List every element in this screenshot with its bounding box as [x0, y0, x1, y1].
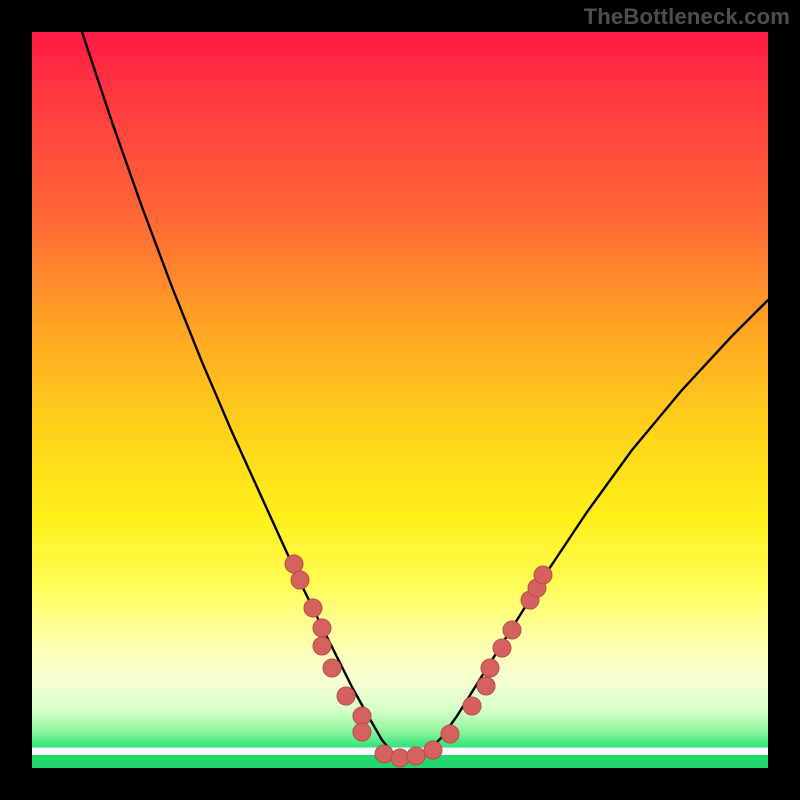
curve-dot: [503, 621, 521, 639]
curve-dot: [337, 687, 355, 705]
curve-dot: [424, 741, 442, 759]
curve-dot: [285, 555, 303, 573]
curve-dot: [313, 619, 331, 637]
curve-dot: [313, 637, 331, 655]
curve-dot: [323, 659, 341, 677]
curve-dot: [534, 566, 552, 584]
curve-dot: [375, 745, 393, 763]
curve-dot: [353, 707, 371, 725]
curve-dot: [304, 599, 322, 617]
plot-area: [32, 32, 768, 768]
curve-dot: [481, 659, 499, 677]
chart-frame: TheBottleneck.com: [0, 0, 800, 800]
curve-dot: [407, 747, 425, 765]
curve-dots-group: [285, 555, 552, 767]
curve-dot: [477, 677, 495, 695]
attribution-text: TheBottleneck.com: [584, 4, 790, 30]
curve-dot: [463, 697, 481, 715]
curve-dot: [353, 723, 371, 741]
bottleneck-curve: [82, 32, 768, 760]
curve-dot: [291, 571, 309, 589]
curve-dot: [493, 639, 511, 657]
curve-dot: [441, 725, 459, 743]
curve-dot: [391, 749, 409, 767]
chart-overlay: [32, 32, 768, 768]
